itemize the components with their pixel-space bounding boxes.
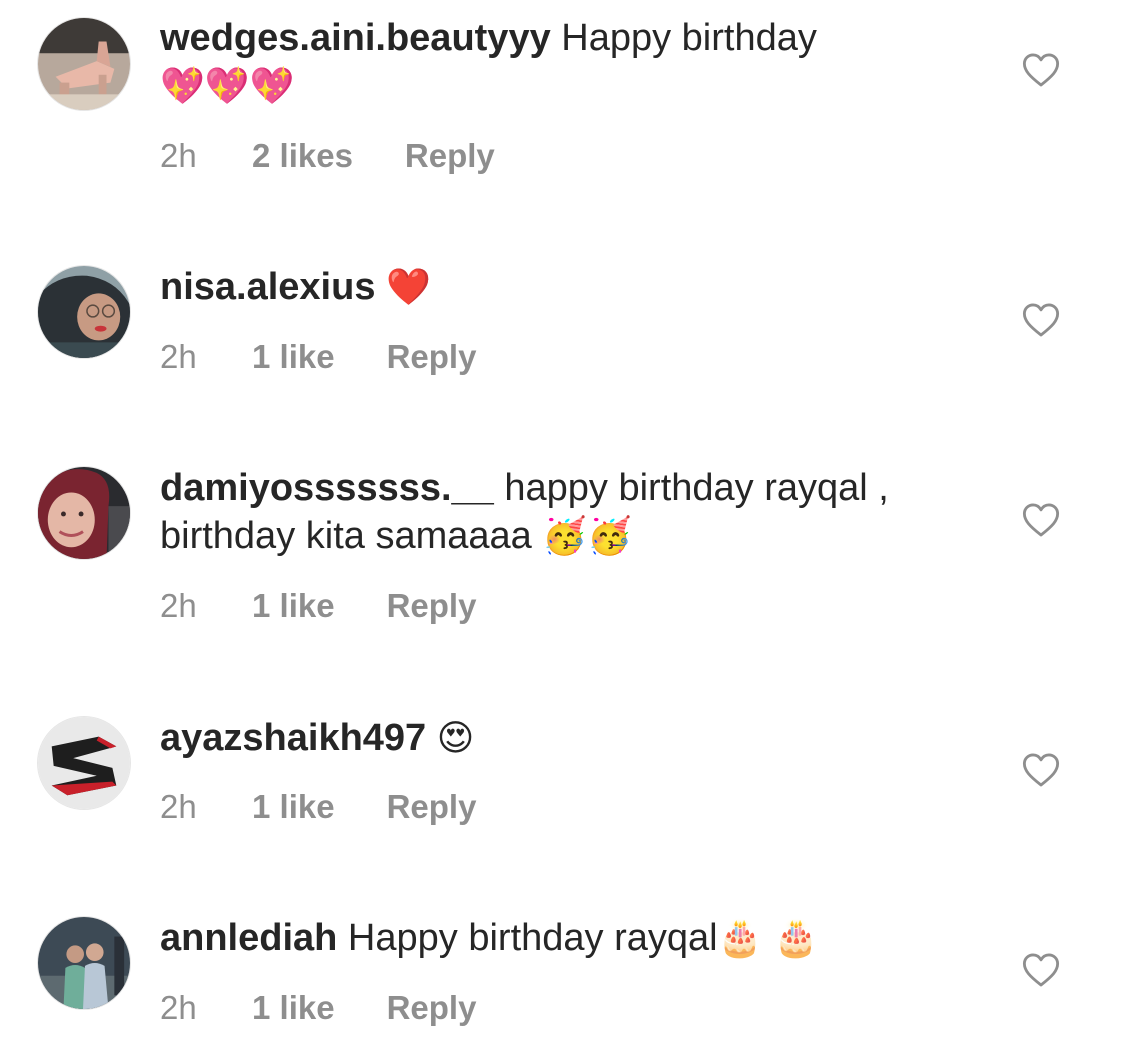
comment-username[interactable]: annlediah <box>160 917 337 959</box>
comment-likes-count[interactable]: 2 likes <box>252 136 353 176</box>
comment-timestamp: 2h <box>160 137 197 174</box>
comment-body <box>375 266 386 308</box>
avatar[interactable] <box>37 916 131 1010</box>
avatar[interactable] <box>37 466 131 560</box>
comment-likes-count[interactable]: 1 like <box>252 337 335 377</box>
comment-username[interactable]: ayazshaikh497 <box>160 717 426 759</box>
partying-face-emoji-icon: 🥳🥳 <box>542 516 632 557</box>
comment-body <box>426 717 437 759</box>
heart-icon[interactable] <box>1022 952 1060 988</box>
comment-meta: 2h 1 like Reply <box>160 586 476 626</box>
heart-icon[interactable] <box>1022 502 1060 538</box>
heart-icon[interactable] <box>1022 302 1060 338</box>
comment-body: Happy birthday rayqal <box>337 917 718 959</box>
sparkling-heart-emoji-icon: 💖💖💖 <box>160 66 295 107</box>
heart-icon[interactable] <box>1022 52 1060 88</box>
comment-text: ayazshaikh497 😍 <box>160 714 950 763</box>
comment-timestamp: 2h <box>160 587 197 624</box>
comment-username[interactable]: wedges.aini.beautyyy <box>160 17 551 59</box>
reply-button[interactable]: Reply <box>387 788 477 825</box>
comment-username[interactable]: nisa.alexius <box>160 266 375 308</box>
comment-text: damiyosssssss.__ happy birthday rayqal ,… <box>160 464 950 561</box>
reply-button[interactable]: Reply <box>387 989 477 1026</box>
comment-timestamp: 2h <box>160 989 197 1026</box>
comment-likes-count[interactable]: 1 like <box>252 586 335 626</box>
comment-timestamp: 2h <box>160 788 197 825</box>
comment-meta: 2h 1 like Reply <box>160 787 476 827</box>
reply-button[interactable]: Reply <box>387 587 477 624</box>
comment-text: wedges.aini.beautyyy Happy birthday 💖💖💖 <box>160 14 950 111</box>
comment-meta: 2h 2 likes Reply <box>160 136 495 176</box>
reply-button[interactable]: Reply <box>405 137 495 174</box>
heart-eyes-emoji-icon: 😍 <box>436 718 475 759</box>
comment-text: annlediah Happy birthday rayqal🎂 🎂 <box>160 914 950 963</box>
comment-meta: 2h 1 like Reply <box>160 337 476 377</box>
avatar[interactable] <box>37 17 131 111</box>
comment-meta: 2h 1 like Reply <box>160 988 476 1028</box>
avatar[interactable] <box>37 265 131 359</box>
comment-text: nisa.alexius ❤️ <box>160 263 950 312</box>
heart-icon[interactable] <box>1022 752 1060 788</box>
red-heart-emoji-icon: ❤️ <box>386 267 431 308</box>
comment-username[interactable]: damiyosssssss.__ <box>160 467 494 509</box>
comment-likes-count[interactable]: 1 like <box>252 988 335 1028</box>
comment-body: Happy birthday <box>550 17 817 59</box>
comment-likes-count[interactable]: 1 like <box>252 787 335 827</box>
reply-button[interactable]: Reply <box>387 338 477 375</box>
avatar[interactable] <box>37 716 131 810</box>
birthday-cake-emoji-icon: 🎂 🎂 <box>717 918 819 959</box>
comment-timestamp: 2h <box>160 338 197 375</box>
